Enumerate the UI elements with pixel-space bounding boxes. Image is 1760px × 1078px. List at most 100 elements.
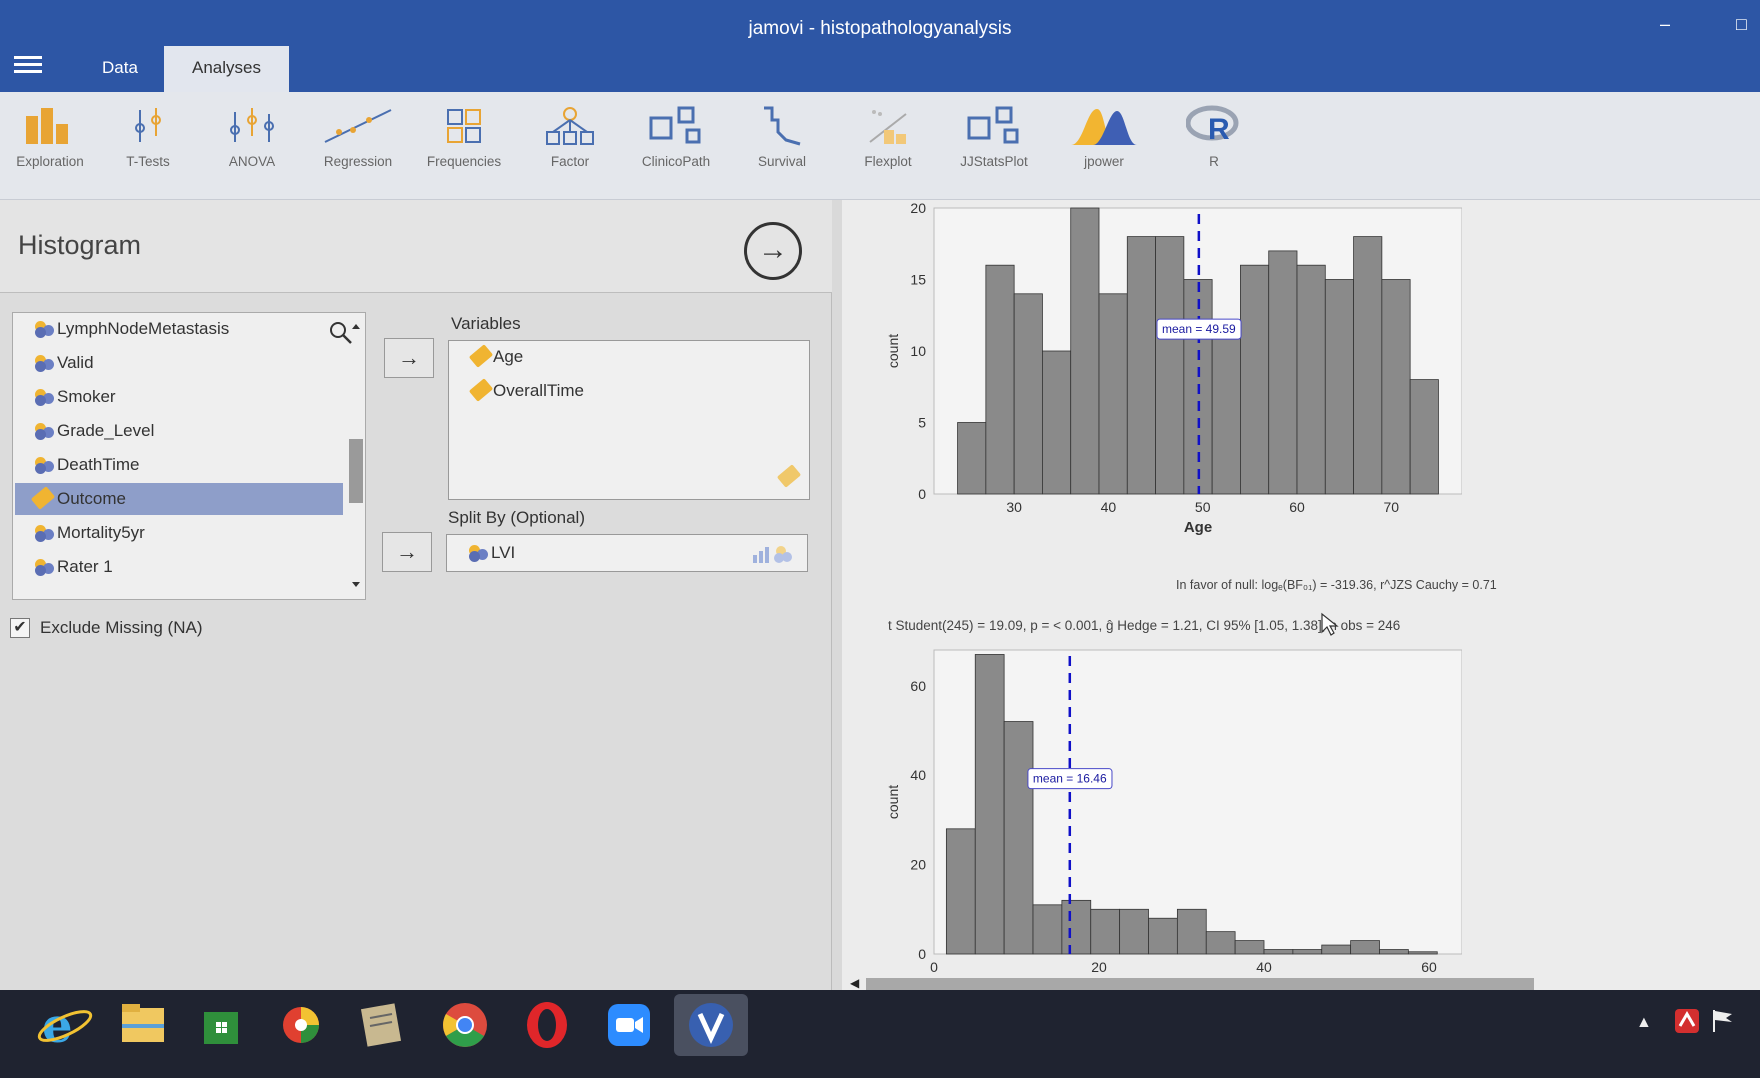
- histogram-bar: [1268, 250, 1298, 495]
- tab-analyses[interactable]: Analyses: [164, 46, 289, 92]
- ribbon-t-tests[interactable]: T-Tests: [98, 104, 198, 169]
- variable-item[interactable]: Rater 1: [23, 551, 343, 583]
- scroll-left-icon[interactable]: ◀: [850, 976, 859, 990]
- jpower-icon: [1054, 104, 1154, 148]
- continuous-type-icon: [776, 464, 802, 488]
- y-tick-label: 10: [910, 343, 926, 359]
- assigned-variable[interactable]: Age: [459, 341, 523, 373]
- variable-item[interactable]: DeathTime: [23, 449, 343, 481]
- variable-item[interactable]: LymphNodeMetastasis: [23, 313, 343, 345]
- flag-tray-icon[interactable]: [1710, 1008, 1736, 1039]
- variable-label: LVI: [491, 543, 516, 562]
- ribbon-anova[interactable]: ANOVA: [202, 104, 302, 169]
- nominal-variable-icon: [35, 321, 57, 338]
- options-header: Histogram →: [0, 200, 832, 293]
- variable-item-selected[interactable]: Outcome: [15, 483, 343, 515]
- variable-label: DeathTime: [57, 455, 140, 474]
- ribbon-survival[interactable]: Survival: [732, 104, 832, 169]
- list-scrollbar[interactable]: [347, 315, 365, 597]
- histogram-bar: [945, 828, 976, 955]
- continuous-variable-icon: [30, 486, 56, 510]
- store-icon[interactable]: [190, 994, 252, 1056]
- x-tick-label: 40: [1101, 499, 1117, 515]
- variable-item[interactable]: Grade_Level: [23, 415, 343, 447]
- ribbon-label: ClinicoPath: [641, 154, 711, 169]
- exclude-missing-checkbox[interactable]: ✔: [10, 618, 30, 638]
- windows-taskbar: e ▲: [0, 990, 1760, 1078]
- x-axis-label: Age: [1184, 519, 1212, 536]
- histogram-bar: [1381, 279, 1411, 495]
- variable-label: Smoker: [57, 387, 116, 406]
- file-explorer-icon[interactable]: [112, 994, 174, 1056]
- ribbon-label: Factor: [550, 154, 590, 169]
- variable-label: Mortality5yr: [57, 523, 145, 542]
- tab-data[interactable]: Data: [80, 46, 160, 92]
- antivirus-tray-icon[interactable]: [1674, 1008, 1700, 1039]
- chrome-icon[interactable]: [434, 994, 496, 1056]
- survival-icon: [732, 104, 832, 148]
- internet-explorer-icon[interactable]: e: [34, 994, 96, 1056]
- histogram-bar: [1240, 264, 1270, 495]
- maximize-button[interactable]: □: [1736, 14, 1747, 35]
- assigned-variable[interactable]: OverallTime: [459, 375, 584, 407]
- y-tick-label: 0: [918, 946, 926, 962]
- color-app-icon[interactable]: [270, 994, 332, 1056]
- histogram-bar: [1263, 949, 1294, 955]
- scroll-up-icon[interactable]: [347, 317, 365, 337]
- variables-box[interactable]: Age OverallTime: [448, 340, 810, 500]
- histogram-bar: [1098, 293, 1128, 495]
- ribbon-label: jpower: [1084, 154, 1124, 169]
- histogram-bar: [1407, 951, 1438, 955]
- main-area: Histogram → LymphNodeMetastasis Valid Sm…: [0, 200, 1760, 990]
- t-tests-icon: [98, 104, 198, 148]
- histogram-bar: [1032, 904, 1063, 955]
- ribbon-exploration[interactable]: Exploration: [0, 104, 100, 169]
- minimize-button[interactable]: –: [1660, 14, 1670, 35]
- nominal-variable-icon: [35, 389, 57, 406]
- histogram-bar: [1211, 336, 1241, 495]
- zoom-icon[interactable]: [598, 994, 660, 1056]
- ribbon-frequencies[interactable]: Frequencies: [414, 104, 514, 169]
- variable-item[interactable]: Valid: [23, 347, 343, 379]
- ribbon-jjstatsplot[interactable]: JJStatsPlot: [944, 104, 1044, 169]
- move-to-split-button[interactable]: →: [382, 532, 432, 572]
- factor-icon: [520, 104, 620, 148]
- ribbon-flexplot[interactable]: Flexplot: [838, 104, 938, 169]
- opera-icon[interactable]: [516, 994, 578, 1056]
- x-tick-label: 0: [930, 959, 938, 975]
- scroll-app-icon[interactable]: [350, 994, 412, 1056]
- scroll-down-icon[interactable]: [347, 575, 365, 595]
- ribbon-clinicopath[interactable]: ClinicoPath: [626, 104, 726, 169]
- variable-item[interactable]: Smoker: [23, 381, 343, 413]
- hamburger-menu-icon[interactable]: [14, 56, 42, 78]
- ribbon-r[interactable]: R R: [1164, 104, 1264, 169]
- split-variable[interactable]: LVI: [457, 537, 515, 569]
- y-tick-label: 5: [918, 415, 926, 431]
- y-tick-label: 40: [910, 767, 926, 783]
- scrollbar-thumb[interactable]: [349, 439, 363, 503]
- variable-label: OverallTime: [493, 381, 584, 400]
- variable-item[interactable]: Mortality5yr: [23, 517, 343, 549]
- tray-chevron-icon[interactable]: ▲: [1636, 1014, 1652, 1032]
- histogram-bar: [1205, 931, 1236, 955]
- results-horizontal-scrollbar[interactable]: [866, 978, 1534, 990]
- split-by-box[interactable]: LVI: [446, 534, 808, 572]
- variable-label: LymphNodeMetastasis: [57, 319, 230, 338]
- jamovi-taskbar-icon[interactable]: [674, 994, 748, 1056]
- move-to-variables-button[interactable]: →: [384, 338, 434, 378]
- ribbon-regression[interactable]: Regression: [308, 104, 408, 169]
- histogram-bar: [1061, 899, 1092, 955]
- nominal-variable-icon: [469, 545, 491, 562]
- x-tick-label: 70: [1383, 499, 1399, 515]
- exclude-missing-label: Exclude Missing (NA): [40, 618, 203, 637]
- ribbon-label: Frequencies: [426, 154, 502, 169]
- jjstatsplot-icon: [944, 104, 1044, 148]
- histogram-bar: [1379, 949, 1409, 955]
- ribbon-factor[interactable]: Factor: [520, 104, 620, 169]
- arrow-right-circle-icon[interactable]: →: [744, 222, 802, 280]
- ribbon-jpower[interactable]: jpower: [1054, 104, 1154, 169]
- variables-label: Variables: [451, 314, 521, 333]
- y-axis-label: count: [885, 334, 901, 368]
- variable-list[interactable]: LymphNodeMetastasis Valid Smoker Grade_L…: [12, 312, 366, 600]
- histogram-bar: [1148, 917, 1178, 955]
